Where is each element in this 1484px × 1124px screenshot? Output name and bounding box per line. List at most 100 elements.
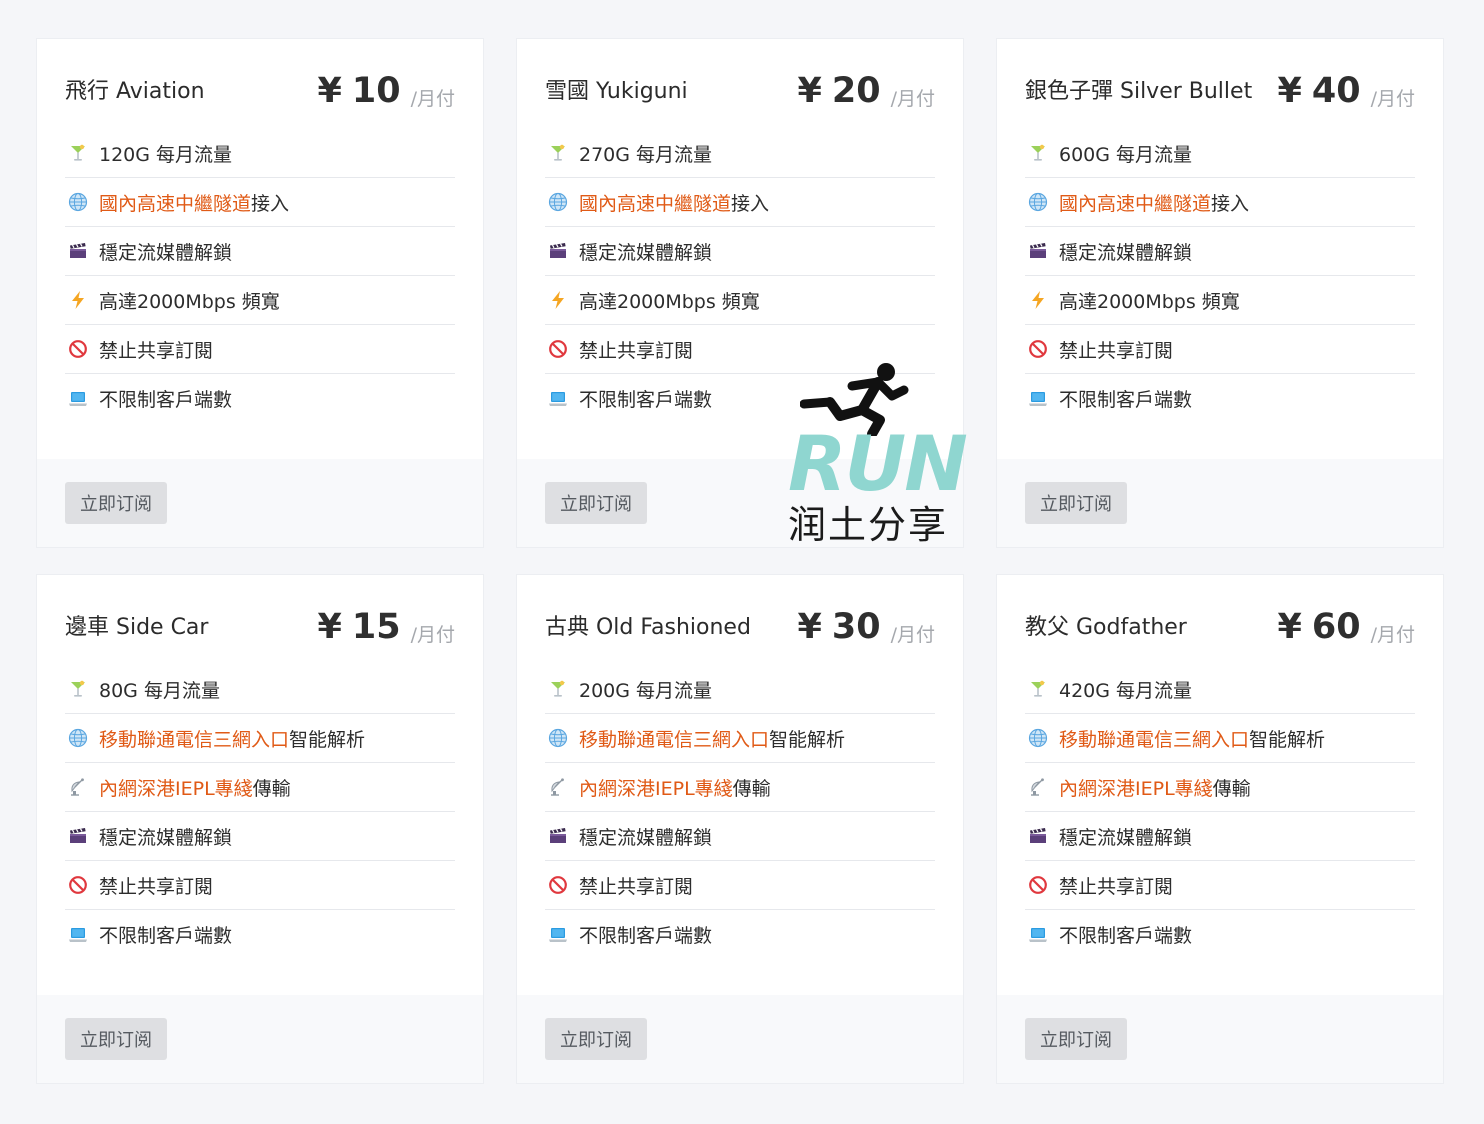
feature-label: 高達2000Mbps 頻寬 bbox=[1059, 290, 1240, 313]
feature-label: 接入 bbox=[251, 192, 290, 215]
feature-item: 600G 每月流量 bbox=[1025, 129, 1415, 178]
subscribe-button[interactable]: 立即订阅 bbox=[65, 1018, 167, 1060]
feature-list: 200G 每月流量 移動聯通電信三網入口智能解析 內網深港IEPL專綫傳輸 穩定流媒體… bbox=[545, 665, 935, 959]
clapper-icon bbox=[1027, 240, 1049, 262]
feature-text: 禁止共享訂閱 bbox=[99, 872, 213, 899]
feature-item: 內網深港IEPL專綫傳輸 bbox=[65, 763, 455, 812]
price-period: /月付 bbox=[1370, 88, 1415, 110]
lightning-icon bbox=[67, 289, 89, 311]
subscribe-button[interactable]: 立即订阅 bbox=[1025, 1018, 1127, 1060]
price-amount: 15 bbox=[351, 607, 401, 647]
feature-label: 穩定流媒體解鎖 bbox=[579, 826, 713, 849]
cocktail-icon bbox=[67, 678, 89, 700]
feature-label: 禁止共享訂閱 bbox=[579, 339, 694, 362]
feature-item: 高達2000Mbps 頻寬 bbox=[1025, 276, 1415, 325]
feature-label: 禁止共享訂閱 bbox=[579, 875, 694, 898]
feature-item: 移動聯通電信三網入口智能解析 bbox=[1025, 714, 1415, 763]
feature-label: 穩定流媒體解鎖 bbox=[99, 241, 233, 264]
plan-card-footer: 立即订阅 bbox=[997, 459, 1443, 547]
feature-label: 傳輸 bbox=[252, 777, 291, 800]
feature-label: 接入 bbox=[1211, 192, 1250, 215]
feature-text: 國內高速中繼隧道接入 bbox=[579, 189, 769, 216]
feature-item: 國內高速中繼隧道接入 bbox=[1025, 178, 1415, 227]
feature-item: 禁止共享訂閱 bbox=[545, 861, 935, 910]
cocktail-icon bbox=[1027, 678, 1049, 700]
price-period: /月付 bbox=[1370, 624, 1415, 646]
clapper-icon bbox=[547, 240, 569, 262]
price-amount: 10 bbox=[351, 71, 401, 111]
globe-icon bbox=[1027, 191, 1049, 213]
plan-price: ¥15 /月付 bbox=[318, 610, 455, 647]
satellite-icon bbox=[1027, 776, 1049, 798]
no-entry-icon bbox=[67, 338, 89, 360]
feature-text: 穩定流媒體解鎖 bbox=[579, 238, 712, 265]
plan-card: 雪國 Yukiguni ¥20 /月付 270G 每月流量 國內高速中繼隧道接入穩… bbox=[516, 38, 964, 548]
lightning-icon bbox=[1027, 289, 1049, 311]
plan-header: 古典 Old Fashioned ¥30 /月付 bbox=[545, 575, 935, 647]
feature-item: 穩定流媒體解鎖 bbox=[1025, 812, 1415, 861]
feature-list: 80G 每月流量 移動聯通電信三網入口智能解析 內網深港IEPL專綫傳輸 穩定流媒體解… bbox=[65, 665, 455, 959]
plan-card-body: 古典 Old Fashioned ¥30 /月付 200G 每月流量 移動聯通電信… bbox=[517, 575, 963, 995]
feature-item: 不限制客戶端數 bbox=[65, 910, 455, 959]
feature-label: 120G 每月流量 bbox=[99, 143, 233, 166]
feature-text: 高達2000Mbps 頻寬 bbox=[99, 287, 280, 314]
feature-text: 移動聯通電信三網入口智能解析 bbox=[579, 725, 845, 752]
plan-name: 邊車 Side Car bbox=[65, 615, 209, 640]
feature-text: 內網深港IEPL專綫傳輸 bbox=[579, 774, 771, 801]
plan-grid: 飛行 Aviation ¥10 /月付 120G 每月流量 國內高速中繼隧道接入穩… bbox=[36, 38, 1444, 1084]
feature-text: 270G 每月流量 bbox=[579, 140, 712, 167]
plan-card-body: 教父 Godfather ¥60 /月付 420G 每月流量 移動聯通電信三網入口… bbox=[997, 575, 1443, 995]
plan-card-body: 飛行 Aviation ¥10 /月付 120G 每月流量 國內高速中繼隧道接入穩… bbox=[37, 39, 483, 459]
feature-item: 高達2000Mbps 頻寬 bbox=[545, 276, 935, 325]
plan-header: 教父 Godfather ¥60 /月付 bbox=[1025, 575, 1415, 647]
price-period: /月付 bbox=[890, 624, 935, 646]
no-entry-icon bbox=[67, 874, 89, 896]
subscribe-button[interactable]: 立即订阅 bbox=[65, 482, 167, 524]
feature-label: 高達2000Mbps 頻寬 bbox=[99, 290, 280, 313]
feature-item: 穩定流媒體解鎖 bbox=[545, 227, 935, 276]
laptop-icon bbox=[1027, 388, 1049, 410]
feature-item: 禁止共享訂閱 bbox=[65, 861, 455, 910]
feature-highlight: 內網深港IEPL專綫 bbox=[579, 777, 733, 800]
price-amount: 40 bbox=[1311, 71, 1361, 111]
feature-label: 不限制客戶端數 bbox=[99, 389, 233, 411]
plan-header: 銀色子彈 Silver Bullet ¥40 /月付 bbox=[1025, 39, 1415, 111]
plan-card-footer: 立即订阅 bbox=[37, 459, 483, 547]
feature-item: 不限制客戶端數 bbox=[545, 910, 935, 959]
feature-label: 不限制客戶端數 bbox=[579, 389, 713, 411]
plan-card-footer: 立即订阅 bbox=[37, 995, 483, 1083]
subscribe-button[interactable]: 立即订阅 bbox=[545, 1018, 647, 1060]
plan-card: 邊車 Side Car ¥15 /月付 80G 每月流量 移動聯通電信三網入口智能… bbox=[36, 574, 484, 1084]
feature-text: 不限制客戶端數 bbox=[1059, 921, 1192, 948]
laptop-icon bbox=[67, 388, 89, 410]
plan-card-footer: 立即订阅 bbox=[517, 995, 963, 1083]
feature-text: 不限制客戶端數 bbox=[99, 921, 232, 948]
currency-symbol: ¥ bbox=[317, 607, 342, 647]
feature-label: 接入 bbox=[731, 192, 770, 215]
feature-text: 穩定流媒體解鎖 bbox=[99, 238, 232, 265]
clapper-icon bbox=[67, 825, 89, 847]
globe-icon bbox=[67, 727, 89, 749]
feature-item: 高達2000Mbps 頻寬 bbox=[65, 276, 455, 325]
no-entry-icon bbox=[547, 874, 569, 896]
feature-text: 不限制客戶端數 bbox=[99, 385, 232, 412]
satellite-icon bbox=[547, 776, 569, 798]
feature-text: 穩定流媒體解鎖 bbox=[1059, 238, 1192, 265]
plan-price: ¥40 /月付 bbox=[1278, 74, 1415, 111]
feature-item: 270G 每月流量 bbox=[545, 129, 935, 178]
subscribe-button[interactable]: 立即订阅 bbox=[1025, 482, 1127, 524]
feature-highlight: 內網深港IEPL專綫 bbox=[99, 777, 253, 800]
feature-text: 禁止共享訂閱 bbox=[579, 336, 693, 363]
feature-list: 420G 每月流量 移動聯通電信三網入口智能解析 內網深港IEPL專綫傳輸 穩定流媒體… bbox=[1025, 665, 1415, 959]
plan-price: ¥20 /月付 bbox=[798, 74, 935, 111]
feature-label: 600G 每月流量 bbox=[1059, 143, 1193, 166]
plan-name: 飛行 Aviation bbox=[65, 79, 205, 104]
feature-text: 禁止共享訂閱 bbox=[1059, 872, 1173, 899]
feature-label: 智能解析 bbox=[289, 728, 366, 751]
feature-label: 禁止共享訂閱 bbox=[1059, 875, 1174, 898]
feature-highlight: 國內高速中繼隧道 bbox=[579, 192, 732, 215]
feature-item: 移動聯通電信三網入口智能解析 bbox=[65, 714, 455, 763]
subscribe-button[interactable]: 立即订阅 bbox=[545, 482, 647, 524]
clapper-icon bbox=[547, 825, 569, 847]
plan-name: 教父 Godfather bbox=[1025, 615, 1187, 640]
